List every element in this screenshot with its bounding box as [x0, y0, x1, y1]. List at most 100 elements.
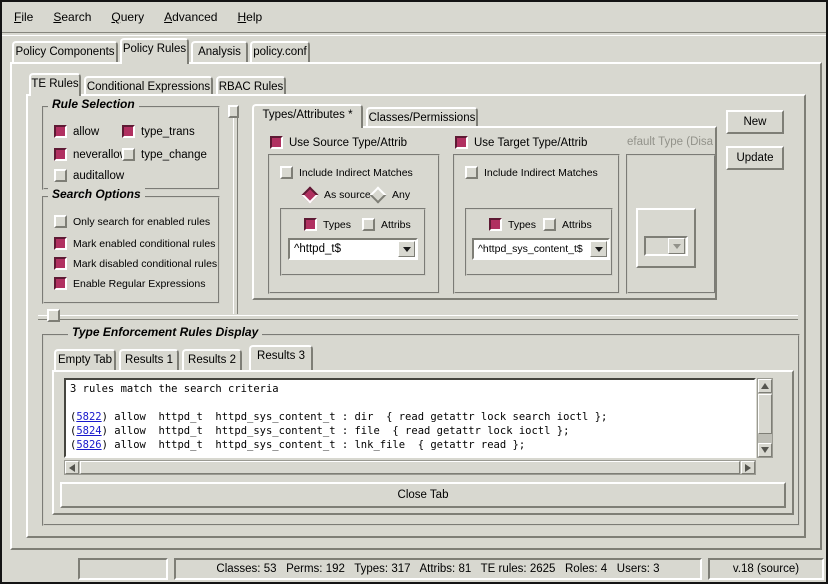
checkbox-label: Mark disabled conditional rules — [73, 258, 217, 270]
radio-as-source[interactable]: As source — [302, 188, 371, 201]
checkbox-mark-enabled-conditional[interactable]: Mark enabled conditional rules — [54, 237, 215, 250]
update-button[interactable]: Update — [726, 146, 784, 170]
horizontal-sash[interactable] — [38, 315, 798, 320]
rule-id-link[interactable]: 5824 — [76, 425, 101, 437]
tab-policy-rules[interactable]: Policy Rules — [120, 38, 189, 64]
checkbox-label: auditallow — [73, 170, 124, 182]
radio-label: Any — [392, 189, 410, 201]
checkbox-target-attribs[interactable]: Attribs — [543, 218, 592, 231]
checkbox-label: Enable Regular Expressions — [73, 278, 206, 290]
checkbox-label: Attribs — [381, 219, 411, 231]
checkbox-auditallow[interactable]: auditallow — [54, 169, 124, 182]
tab-label: TE Rules — [31, 78, 78, 90]
checkbox-label: Types — [508, 219, 536, 231]
checkbox-indicator — [270, 136, 283, 149]
checkbox-type-trans[interactable]: type_trans — [122, 125, 195, 138]
checkbox-indicator — [122, 148, 135, 161]
close-tab-button[interactable]: Close Tab — [60, 482, 786, 508]
tab-label: Results 2 — [188, 354, 236, 366]
default-type-title: efault Type (Disa — [627, 136, 713, 148]
tab-empty-tab[interactable]: Empty Tab — [54, 349, 116, 370]
checkbox-allow[interactable]: allow — [54, 125, 99, 138]
scroll-left-arrow[interactable] — [65, 461, 79, 474]
results-page: 3 rules match the search criteria (5822)… — [52, 370, 794, 515]
scroll-up-arrow[interactable] — [758, 379, 772, 393]
checkbox-use-source-type[interactable]: Use Source Type/Attrib — [270, 136, 407, 149]
checkbox-source-indirect[interactable]: Include Indirect Matches — [280, 166, 413, 179]
checkbox-type-change[interactable]: type_change — [122, 148, 207, 161]
tab-conditional-expressions[interactable]: Conditional Expressions — [84, 76, 213, 94]
horizontal-sash-handle[interactable] — [47, 309, 60, 322]
horizontal-scrollbar-thumb[interactable] — [80, 461, 740, 474]
tab-results-1[interactable]: Results 1 — [119, 349, 179, 370]
checkbox-source-attribs[interactable]: Attribs — [362, 218, 411, 231]
checkbox-indicator — [122, 125, 135, 138]
checkbox-mark-disabled-conditional[interactable]: Mark disabled conditional rules — [54, 257, 217, 270]
target-type-combobox[interactable]: ^httpd_sys_content_t$ — [472, 238, 610, 260]
radio-indicator — [370, 186, 387, 203]
tab-label: Results 3 — [257, 350, 305, 362]
checkbox-label: Only search for enabled rules — [73, 216, 210, 228]
status-empty-box — [78, 558, 168, 580]
menubar-separator — [2, 32, 826, 36]
tab-results-3[interactable]: Results 3 — [249, 345, 313, 370]
rule-id-link[interactable]: 5826 — [76, 439, 101, 451]
tab-policy-conf[interactable]: policy.conf — [250, 41, 310, 62]
menu-file[interactable]: File — [14, 10, 33, 24]
horizontal-scrollbar[interactable] — [64, 460, 756, 475]
tab-types-attributes[interactable]: Types/Attributes * — [252, 104, 363, 128]
menu-query[interactable]: Query — [111, 10, 144, 24]
types-attributes-page: Use Source Type/Attrib Include Indirect … — [252, 126, 717, 300]
tab-label: Types/Attributes * — [262, 109, 352, 121]
vertical-sash[interactable] — [233, 106, 238, 314]
button-label: Close Tab — [398, 489, 449, 501]
source-types-frame: Types Attribs ^httpd_t$ — [280, 208, 426, 276]
menu-help[interactable]: Help — [237, 10, 262, 24]
dropdown-arrow-icon[interactable] — [398, 241, 415, 257]
tab-label: Policy Rules — [123, 43, 186, 55]
checkbox-neverallow[interactable]: neverallow — [54, 148, 128, 161]
source-type-combobox[interactable]: ^httpd_t$ — [288, 238, 418, 260]
checkbox-source-types[interactable]: Types — [304, 218, 351, 231]
vertical-scrollbar[interactable] — [757, 378, 773, 458]
scroll-right-arrow[interactable] — [741, 461, 755, 474]
vertical-scrollbar-thumb[interactable] — [758, 394, 772, 434]
tab-classes-permissions[interactable]: Classes/Permissions — [366, 107, 478, 126]
dropdown-arrow-icon — [668, 238, 685, 254]
checkbox-indicator — [304, 218, 317, 231]
menu-search[interactable]: Search — [53, 10, 91, 24]
checkbox-indicator — [54, 277, 67, 290]
checkbox-indicator — [543, 218, 556, 231]
rule-text: ) allow httpd_t httpd_sys_content_t : di… — [102, 411, 608, 423]
checkbox-enable-regex[interactable]: Enable Regular Expressions — [54, 277, 206, 290]
menu-advanced[interactable]: Advanced — [164, 10, 217, 24]
rule-text: ) allow httpd_t httpd_sys_content_t : fi… — [102, 425, 570, 437]
tab-te-rules[interactable]: TE Rules — [29, 73, 81, 96]
new-button[interactable]: New — [726, 110, 784, 134]
checkbox-target-types[interactable]: Types — [489, 218, 536, 231]
tab-analysis[interactable]: Analysis — [191, 41, 248, 62]
combobox-value: ^httpd_t$ — [294, 243, 398, 255]
tab-results-2[interactable]: Results 2 — [182, 349, 242, 370]
checkbox-target-indirect[interactable]: Include Indirect Matches — [465, 166, 598, 179]
tab-rbac-rules[interactable]: RBAC Rules — [216, 76, 286, 94]
menubar: File Search Query Advanced Help — [2, 2, 826, 32]
checkbox-label: Include Indirect Matches — [299, 167, 413, 179]
checkbox-label: Use Target Type/Attrib — [474, 137, 587, 149]
results-textarea[interactable]: 3 rules match the search criteria (5822)… — [64, 378, 756, 458]
blank-line — [70, 396, 750, 410]
checkbox-indicator — [54, 215, 67, 228]
checkbox-indicator — [465, 166, 478, 179]
checkbox-use-target-type[interactable]: Use Target Type/Attrib — [455, 136, 587, 149]
rule-id-link[interactable]: 5822 — [76, 411, 101, 423]
tab-policy-components[interactable]: Policy Components — [12, 41, 118, 62]
tab-label: Empty Tab — [58, 354, 112, 366]
radio-any[interactable]: Any — [370, 188, 410, 201]
checkbox-only-enabled-rules[interactable]: Only search for enabled rules — [54, 215, 210, 228]
dropdown-arrow-icon[interactable] — [590, 241, 607, 257]
vertical-sash-handle[interactable] — [228, 105, 239, 118]
checkbox-indicator — [54, 257, 67, 270]
scroll-down-arrow[interactable] — [758, 443, 772, 457]
checkbox-label: type_trans — [141, 126, 195, 138]
checkbox-label: type_change — [141, 149, 207, 161]
